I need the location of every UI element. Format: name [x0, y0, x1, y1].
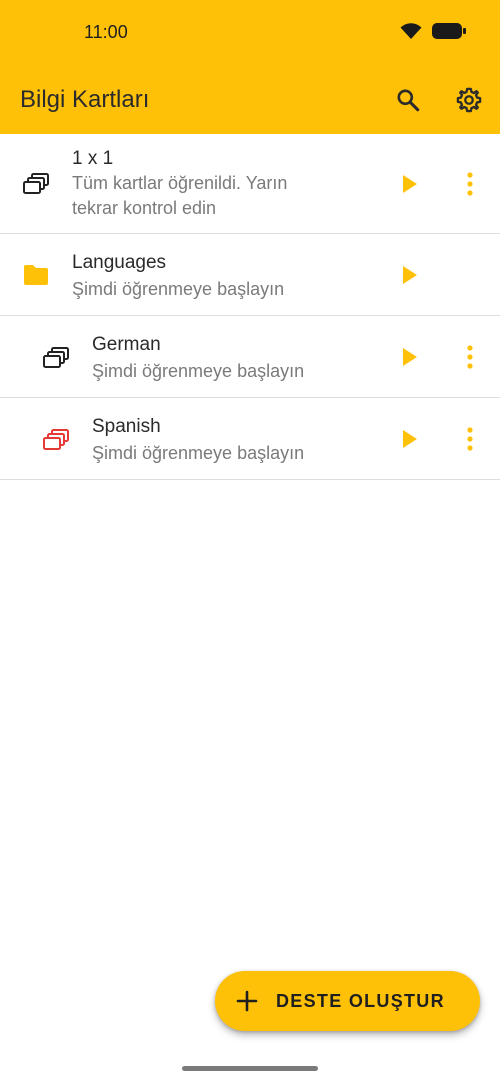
status-icons — [400, 22, 466, 45]
folder-title: Languages — [72, 252, 167, 273]
deck-icon — [21, 169, 51, 199]
deck-status-line2: tekrar kontrol edin — [72, 198, 217, 218]
deck-title: German — [92, 334, 161, 355]
play-button[interactable] — [398, 427, 422, 451]
deck-status: Şimdi öğrenmeye başlayın — [92, 443, 305, 463]
play-button[interactable] — [398, 345, 422, 369]
folder-row-languages[interactable]: Languages Şimdi öğrenmeye başlayın — [0, 234, 500, 316]
status-time: 11:00 — [84, 22, 128, 42]
app-screen: 11:00 Bilgi Kartları 1 x 1 Tüm kartlar ö… — [0, 0, 500, 1083]
app-title: Bilgi Kartları — [20, 86, 150, 113]
row-text: German Şimdi öğrenmeye başlayın — [92, 333, 304, 384]
more-options-button[interactable] — [460, 343, 480, 371]
deck-icon — [41, 343, 71, 373]
deck-title: Spanish — [92, 416, 161, 437]
row-text: Languages Şimdi öğrenmeye başlayın — [72, 251, 284, 302]
search-icon — [397, 89, 420, 112]
deck-status: Tüm kartlar öğrenildi. Yarın — [72, 173, 288, 193]
create-deck-label: DESTE OLUŞTUR — [276, 991, 445, 1011]
deck-status: Şimdi öğrenmeye başlayın — [92, 361, 305, 381]
plus-icon — [236, 990, 258, 1012]
row-text: Spanish Şimdi öğrenmeye başlayın — [92, 415, 304, 466]
deck-row-german[interactable]: German Şimdi öğrenmeye başlayın — [0, 316, 500, 398]
home-indicator[interactable] — [182, 1066, 318, 1071]
app-header: 11:00 Bilgi Kartları — [0, 0, 500, 134]
settings-button[interactable] — [453, 84, 485, 116]
row-text: 1 x 1 Tüm kartlar öğrenildi. Yarın tekra… — [72, 147, 287, 221]
play-icon — [403, 348, 417, 366]
deck-list: 1 x 1 Tüm kartlar öğrenildi. Yarın tekra… — [0, 134, 500, 480]
wifi-icon — [400, 22, 422, 45]
more-vert-icon — [467, 345, 473, 369]
deck-icon — [41, 425, 71, 455]
gear-icon — [456, 87, 482, 113]
search-button[interactable] — [392, 84, 424, 116]
folder-status: Şimdi öğrenmeye başlayın — [72, 279, 285, 299]
create-deck-button[interactable]: DESTE OLUŞTUR — [215, 971, 480, 1031]
play-button[interactable] — [398, 263, 422, 287]
more-vert-icon — [467, 427, 473, 451]
more-options-button[interactable] — [460, 170, 480, 198]
play-button[interactable] — [398, 172, 422, 196]
battery-icon — [432, 22, 466, 45]
more-options-button[interactable] — [460, 425, 480, 453]
folder-icon — [21, 260, 51, 290]
play-icon — [403, 175, 417, 193]
play-icon — [403, 430, 417, 448]
play-icon — [403, 266, 417, 284]
deck-title: 1 x 1 — [72, 148, 114, 169]
more-vert-icon — [467, 172, 473, 196]
deck-row-spanish[interactable]: Spanish Şimdi öğrenmeye başlayın — [0, 398, 500, 480]
deck-row-1x1[interactable]: 1 x 1 Tüm kartlar öğrenildi. Yarın tekra… — [0, 134, 500, 234]
